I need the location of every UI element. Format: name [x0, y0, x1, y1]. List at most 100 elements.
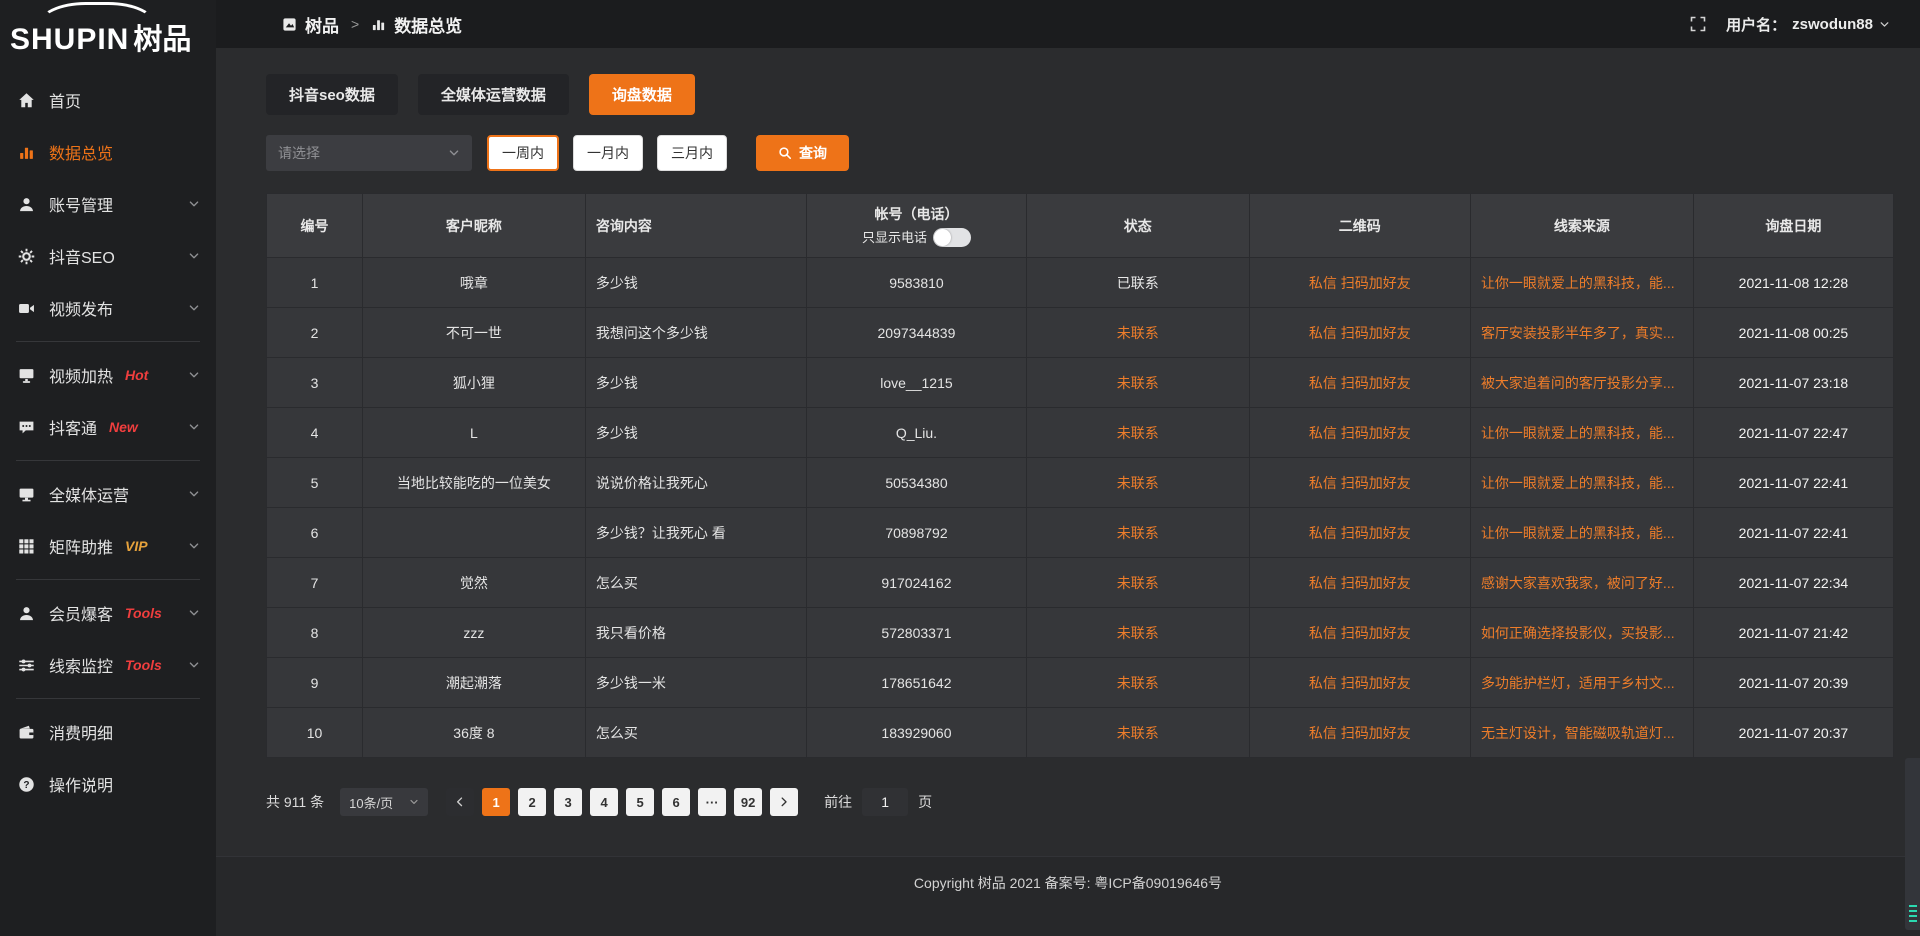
next-page-button[interactable] [770, 788, 798, 816]
page-size-select[interactable]: 10条/页 [340, 788, 428, 816]
floating-widget[interactable] [1905, 758, 1920, 930]
username-label: 用户名： [1726, 14, 1786, 35]
page-button-3[interactable]: 3 [554, 788, 582, 816]
sidebar-divider [16, 579, 200, 580]
cell-source-link[interactable]: 多功能护栏灯，适用于乡村文... [1470, 658, 1693, 708]
cell-qr-link[interactable]: 私信 扫码加好友 [1249, 408, 1470, 458]
page-footer: Copyright 树品 2021 备案号: 粤ICP备09019646号 [216, 856, 1920, 936]
sidebar-item-wallet[interactable]: 消费明细 [0, 706, 216, 758]
cell-qr-link[interactable]: 私信 扫码加好友 [1249, 458, 1470, 508]
cell-account: 178651642 [807, 658, 1027, 708]
cell-source-link[interactable]: 让你一眼就爱上的黑科技，能... [1470, 508, 1693, 558]
question-icon: ? [16, 775, 36, 793]
cell-qr-link[interactable]: 私信 扫码加好友 [1249, 658, 1470, 708]
chat-icon [16, 418, 36, 436]
sidebar-divider [16, 698, 200, 699]
cell-content: 怎么买 [585, 708, 806, 758]
sidebar-divider [16, 460, 200, 461]
cell-no: 5 [267, 458, 363, 508]
sidebar-item-chat[interactable]: 抖客通New [0, 401, 216, 453]
page-button-1[interactable]: 1 [482, 788, 510, 816]
widget-line [1909, 915, 1917, 917]
sidebar-item-video[interactable]: 视频发布 [0, 282, 216, 334]
cell-content: 多少钱 [585, 358, 806, 408]
prev-page-button[interactable] [446, 788, 474, 816]
tab-抖音seo数据[interactable]: 抖音seo数据 [266, 74, 398, 115]
cell-qr-link[interactable]: 私信 扫码加好友 [1249, 508, 1470, 558]
cell-source-link[interactable]: 让你一眼就爱上的黑科技，能... [1470, 458, 1693, 508]
tab-询盘数据[interactable]: 询盘数据 [589, 74, 695, 115]
cell-date: 2021-11-07 20:37 [1693, 708, 1893, 758]
page-button-4[interactable]: 4 [590, 788, 618, 816]
cell-no: 3 [267, 358, 363, 408]
breadcrumb-root[interactable]: 树品 [305, 12, 339, 37]
cell-source-link[interactable]: 被大家追着问的客厅投影分享... [1470, 358, 1693, 408]
sidebar-item-heat[interactable]: 视频加热Hot [0, 349, 216, 401]
range-button-一月内[interactable]: 一月内 [573, 135, 643, 171]
cell-qr-link[interactable]: 私信 扫码加好友 [1249, 358, 1470, 408]
page-ellipsis-button[interactable]: ··· [698, 788, 726, 816]
cell-source-link[interactable]: 感谢大家喜欢我家，被问了好... [1470, 558, 1693, 608]
page-button-5[interactable]: 5 [626, 788, 654, 816]
range-button-三月内[interactable]: 三月内 [657, 135, 727, 171]
goto-page-input[interactable] [862, 788, 908, 816]
chevron-down-icon [188, 607, 200, 619]
cell-qr-link[interactable]: 私信 扫码加好友 [1249, 258, 1470, 308]
cell-no: 2 [267, 308, 363, 358]
cell-status: 未联系 [1026, 308, 1249, 358]
cell-nickname: 觉然 [362, 558, 585, 608]
cell-qr-link[interactable]: 私信 扫码加好友 [1249, 308, 1470, 358]
sidebar-item-member[interactable]: 会员爆客Tools [0, 587, 216, 639]
filter-bar: 请选择 一周内一月内三月内 查询 [266, 135, 1894, 171]
sidebar-item-grid[interactable]: 矩阵助推VIP [0, 520, 216, 572]
cell-account: 9583810 [807, 258, 1027, 308]
grid-icon [16, 537, 36, 555]
search-button-label: 查询 [799, 143, 827, 163]
cell-date: 2021-11-08 12:28 [1693, 258, 1893, 308]
breadcrumb-separator: > [351, 16, 359, 32]
sidebar-item-label: 矩阵助推 [49, 534, 113, 558]
content-panel: 抖音seo数据全媒体运营数据询盘数据 请选择 一周内一月内三月内 查询 [216, 48, 1920, 936]
sidebar-item-gear[interactable]: 抖音SEO [0, 230, 216, 282]
sidebar-item-label: 视频加热 [49, 363, 113, 387]
sidebar-item-bar-chart[interactable]: 数据总览 [0, 126, 216, 178]
app-logo: SHUPIN树品 [0, 0, 216, 64]
svg-text:?: ? [23, 780, 29, 791]
app-icon [282, 17, 297, 32]
cell-qr-link[interactable]: 私信 扫码加好友 [1249, 708, 1470, 758]
cell-source-link[interactable]: 无主灯设计，智能磁吸轨道灯... [1470, 708, 1693, 758]
cell-source-link[interactable]: 如何正确选择投影仪，买投影... [1470, 608, 1693, 658]
sidebar-item-label: 操作说明 [49, 772, 113, 796]
cell-status: 已联系 [1026, 258, 1249, 308]
cell-source-link[interactable]: 让你一眼就爱上的黑科技，能... [1470, 258, 1693, 308]
widget-line [1909, 920, 1917, 922]
sidebar-item-monitor[interactable]: 全媒体运营 [0, 468, 216, 520]
page-button-2[interactable]: 2 [518, 788, 546, 816]
cell-nickname: 36度 8 [362, 708, 585, 758]
cell-qr-link[interactable]: 私信 扫码加好友 [1249, 608, 1470, 658]
chevron-down-icon [188, 488, 200, 500]
sidebar-item-label: 线索监控 [49, 653, 113, 677]
sidebar-item-sliders[interactable]: 线索监控Tools [0, 639, 216, 691]
page-button-92[interactable]: 92 [734, 788, 762, 816]
tab-全媒体运营数据[interactable]: 全媒体运营数据 [418, 74, 569, 115]
cell-source-link[interactable]: 让你一眼就爱上的黑科技，能... [1470, 408, 1693, 458]
filter-select[interactable]: 请选择 [266, 135, 472, 171]
fullscreen-icon[interactable] [1690, 16, 1706, 32]
widget-line [1909, 905, 1917, 907]
sidebar-item-user[interactable]: 账号管理 [0, 178, 216, 230]
phone-only-toggle[interactable] [933, 228, 971, 247]
cell-account: 572803371 [807, 608, 1027, 658]
sidebar-item-home[interactable]: 首页 [0, 74, 216, 126]
sidebar-item-label: 数据总览 [49, 140, 113, 164]
page-button-6[interactable]: 6 [662, 788, 690, 816]
home-icon [16, 91, 36, 109]
sidebar-item-question[interactable]: ? 操作说明 [0, 758, 216, 810]
search-button[interactable]: 查询 [756, 135, 849, 171]
cell-qr-link[interactable]: 私信 扫码加好友 [1249, 558, 1470, 608]
cell-nickname: 当地比较能吃的一位美女 [362, 458, 585, 508]
user-menu[interactable]: 用户名：zswodun88 [1726, 14, 1890, 35]
range-button-一周内[interactable]: 一周内 [487, 135, 559, 171]
cell-source-link[interactable]: 客厅安装投影半年多了，真实... [1470, 308, 1693, 358]
cell-content: 怎么买 [585, 558, 806, 608]
